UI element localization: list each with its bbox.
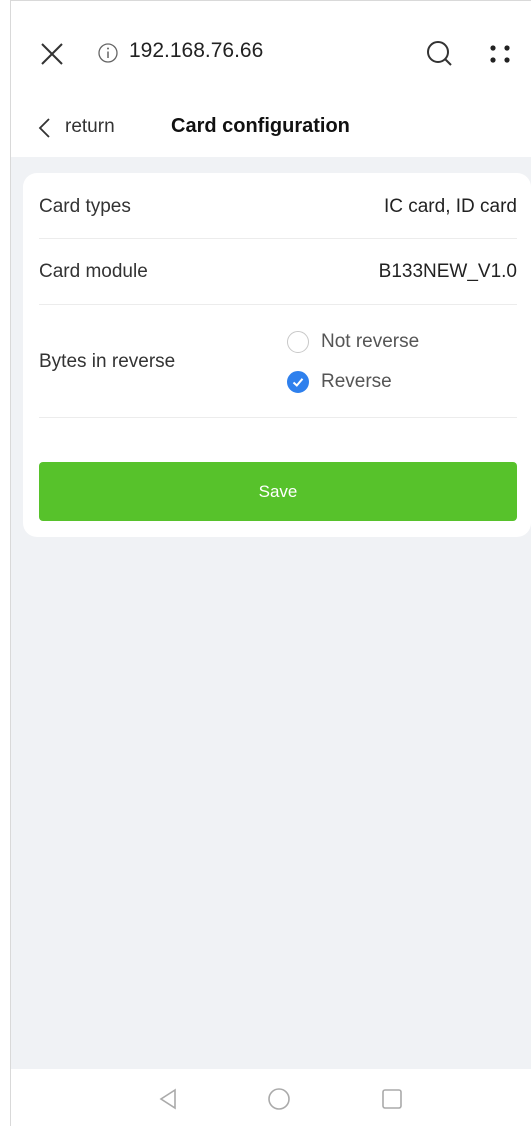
url-text[interactable]: 192.168.76.66 [129, 39, 263, 63]
card-module-value: B133NEW_V1.0 [378, 261, 517, 282]
card-types-label: Card types [39, 196, 131, 217]
settings-card: Card types IC card, ID card Card module … [23, 173, 531, 537]
search-icon[interactable] [425, 39, 455, 69]
nav-home-icon[interactable] [267, 1087, 291, 1111]
checkmark-icon [292, 378, 304, 387]
close-icon[interactable] [39, 41, 65, 67]
app-frame: 192.168.76.66 return Card configuration … [10, 0, 531, 1126]
bytes-reverse-label: Bytes in reverse [39, 351, 176, 372]
nav-recent-icon[interactable] [381, 1088, 403, 1110]
card-module-label: Card module [39, 261, 148, 282]
more-icon[interactable] [487, 41, 513, 67]
page-title: Card configuration [171, 115, 350, 137]
chevron-left-icon[interactable] [37, 117, 51, 139]
radio-checked-icon[interactable] [287, 371, 309, 393]
radio-reverse-label: Reverse [321, 371, 392, 392]
return-link[interactable]: return [65, 116, 115, 138]
page-header: return Card configuration [11, 97, 531, 157]
info-icon[interactable] [97, 42, 119, 64]
radio-unchecked-icon[interactable] [287, 331, 309, 353]
system-nav-bar [11, 1069, 531, 1126]
nav-back-icon[interactable] [157, 1087, 179, 1111]
bytes-reverse-row: Bytes in reverse Not reverse Reverse [39, 305, 517, 418]
radio-not-reverse[interactable]: Not reverse [287, 327, 419, 357]
card-types-row[interactable]: Card types IC card, ID card [39, 173, 517, 239]
radio-not-reverse-label: Not reverse [321, 331, 420, 352]
card-types-value: IC card, ID card [383, 196, 517, 217]
browser-bar: 192.168.76.66 [11, 1, 531, 97]
save-button[interactable]: Save [39, 462, 517, 521]
card-module-row[interactable]: Card module B133NEW_V1.0 [39, 239, 517, 305]
radio-reverse[interactable]: Reverse [287, 367, 392, 397]
